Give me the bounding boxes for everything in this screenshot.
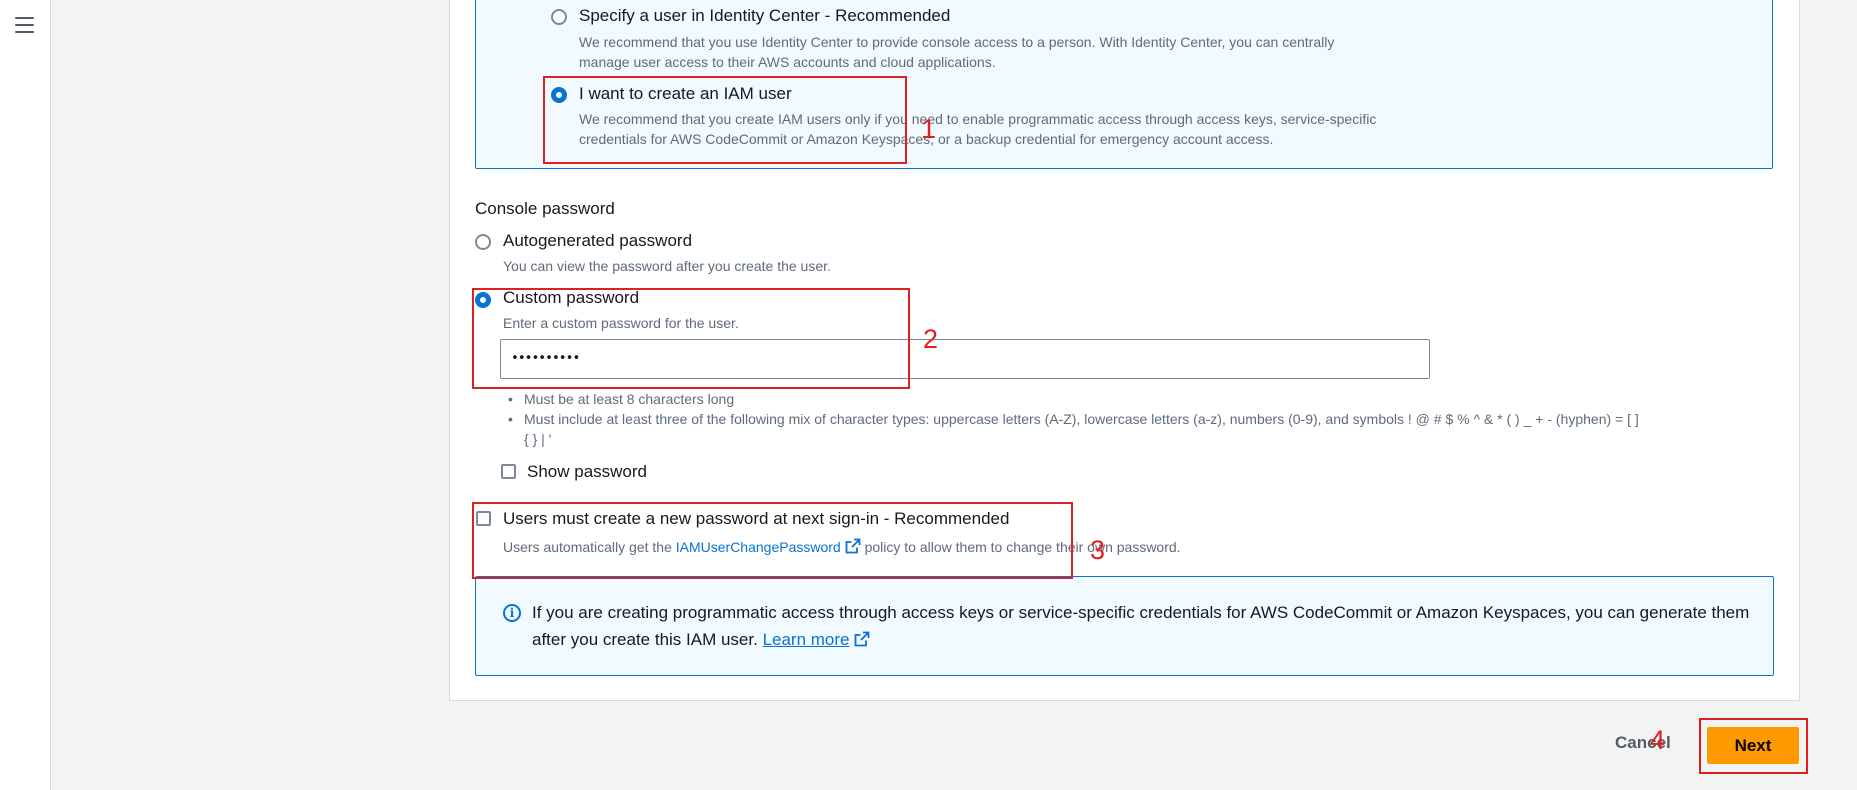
password-rule-mix-continuation: { } | ' [524, 431, 552, 447]
iam-user-label[interactable]: I want to create an IAM user [579, 84, 792, 104]
autogenerated-password-label[interactable]: Autogenerated password [503, 231, 692, 251]
iam-user-change-password-link[interactable]: IAMUserChangePassword [676, 539, 841, 555]
password-rule-length: Must be at least 8 characters long [508, 389, 1754, 409]
iam-user-desc-line1: We recommend that you create IAM users o… [579, 111, 1377, 127]
identity-center-label[interactable]: Specify a user in Identity Center - Reco… [579, 6, 950, 26]
show-password-label[interactable]: Show password [527, 462, 647, 482]
identity-center-desc-line1: We recommend that you use Identity Cente… [579, 34, 1335, 50]
info-alert-text: If you are creating programmatic access … [532, 599, 1752, 653]
autogenerated-password-radio[interactable] [475, 234, 491, 250]
next-button[interactable]: Next [1707, 727, 1799, 764]
external-link-icon[interactable] [854, 631, 870, 647]
info-alert-message: If you are creating programmatic access … [532, 603, 1750, 649]
password-rules-list: Must be at least 8 characters long Must … [508, 389, 1754, 449]
require-reset-label[interactable]: Users must create a new password at next… [503, 509, 1009, 529]
annotation-number-1: 1 [921, 114, 937, 144]
require-reset-desc-suffix: policy to allow them to change their own… [864, 539, 1181, 555]
info-icon: i [503, 604, 521, 622]
learn-more-link[interactable]: Learn more [763, 630, 850, 649]
side-navigation-rail [0, 0, 51, 790]
custom-password-radio[interactable] [475, 292, 491, 308]
custom-password-desc: Enter a custom password for the user. [503, 315, 739, 331]
show-password-checkbox[interactable] [501, 464, 516, 479]
hamburger-menu-icon[interactable] [15, 17, 34, 38]
require-reset-checkbox[interactable] [476, 511, 491, 526]
identity-center-radio[interactable] [551, 9, 567, 25]
annotation-number-4: 4 [1650, 725, 1666, 755]
info-alert: i If you are creating programmatic acces… [475, 576, 1774, 676]
console-password-title: Console password [475, 199, 615, 218]
custom-password-input[interactable]: •••••••••• [500, 339, 1430, 379]
iam-user-radio[interactable] [551, 87, 567, 103]
require-reset-desc-prefix: Users automatically get the [503, 539, 672, 555]
annotation-number-2: 2 [923, 324, 939, 354]
identity-center-desc-line2: manage user access to their AWS accounts… [579, 54, 996, 70]
password-rule-mix: Must include at least three of the follo… [508, 409, 1754, 429]
require-reset-desc: Users automatically get the IAMUserChang… [503, 537, 1181, 557]
custom-password-label[interactable]: Custom password [503, 288, 639, 308]
annotation-number-3: 3 [1090, 535, 1106, 565]
autogenerated-password-desc: You can view the password after you crea… [503, 258, 831, 274]
external-link-icon[interactable] [845, 538, 861, 554]
